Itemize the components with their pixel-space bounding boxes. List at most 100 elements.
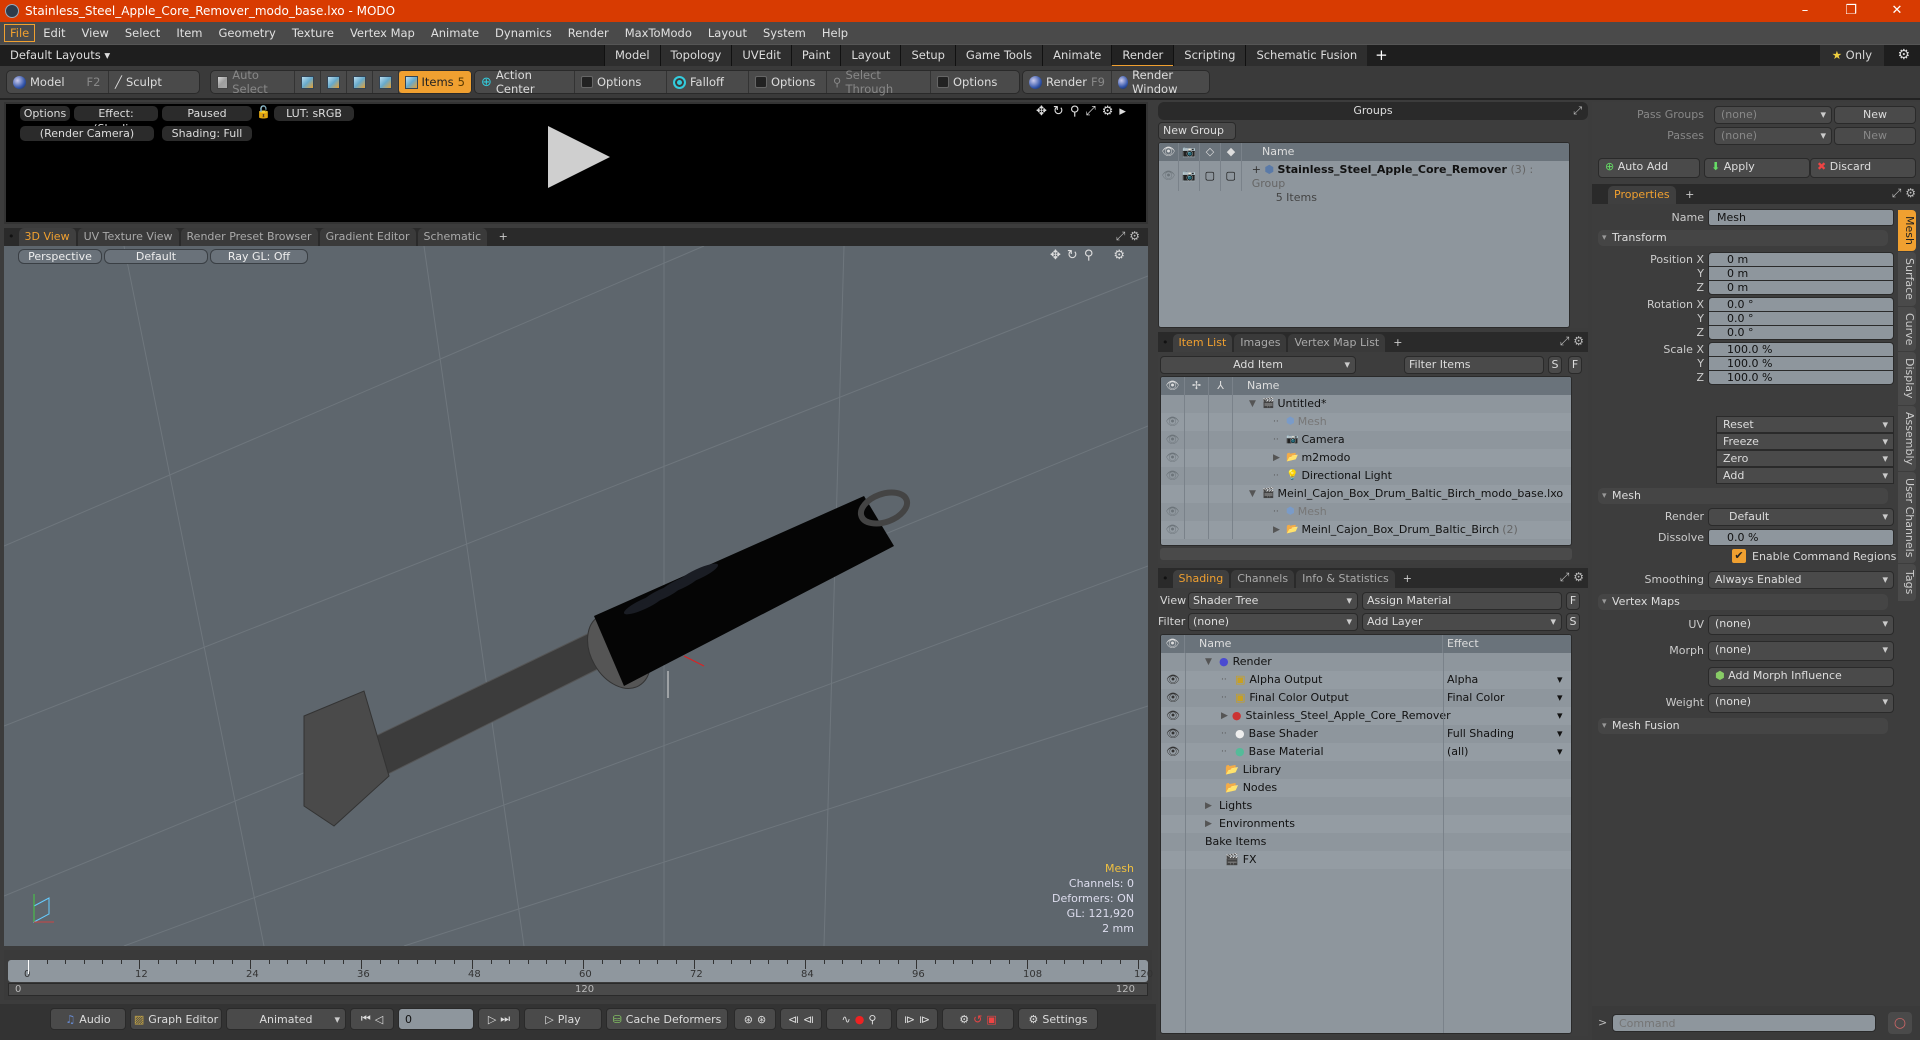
item-list-row[interactable]: 👁 ▶ 📂 Meinl_Cajon_Box_Drum_Baltic_Birch (2) [1161,521,1571,539]
vertex-maps-section[interactable]: Vertex Maps [1598,594,1888,610]
layout-tab-paint[interactable]: Paint [790,45,841,67]
effect-dropdown-icon[interactable]: ▾ [1557,671,1571,689]
effect-dropdown[interactable]: Effect: (Shadi... [74,106,158,135]
item-list-row[interactable]: 👁 ·· ⬢ Mesh [1161,503,1571,521]
action-center-options-button[interactable]: Options [575,71,667,93]
layout-tab-animate[interactable]: Animate [1042,45,1112,67]
menu-view[interactable]: View [74,24,117,42]
new-pass-button[interactable]: New [1834,127,1916,145]
discard-button[interactable]: ✖ Discard [1810,158,1916,178]
visibility-column-icon[interactable]: 👁 [1161,377,1185,395]
default-layouts-dropdown[interactable]: Default Layouts ▾ [10,48,110,62]
expand-toggle-icon[interactable]: ▶ [1205,815,1215,833]
assign-material-button[interactable]: Assign Material [1362,592,1562,610]
rotation-x-input[interactable]: 0.0 ° [1708,297,1894,312]
effect-cell[interactable]: Alpha [1443,671,1557,689]
jump-end-buttons[interactable]: ▷ ⏭ [478,1008,520,1030]
tab-properties[interactable]: Properties [1608,186,1676,204]
paused-button[interactable]: Paused [162,106,252,121]
key-channel-icon[interactable]: ▣ [986,1013,996,1026]
item-list-row[interactable]: 👁 ▶ 📂 m2modo [1161,449,1571,467]
render-column-icon[interactable]: 📷 [1179,143,1200,161]
effect-cell[interactable]: Final Color [1443,689,1557,707]
prev-key2-icon[interactable]: ⧏ [803,1013,814,1026]
add-item-dropdown[interactable]: Add Item [1160,356,1356,374]
mesh-section[interactable]: Mesh [1598,488,1888,504]
select-through-options-button[interactable]: Options [931,71,1003,93]
lock-toggle[interactable]: ▢ [1200,161,1221,191]
rotation-z-input[interactable]: 0.0 ° [1708,325,1894,340]
expand-toggle-icon[interactable]: ▼ [1249,395,1259,413]
dissolve-input[interactable]: 0.0 % [1708,529,1894,546]
sculpt-mode-button[interactable]: ╱ Sculpt [109,71,168,93]
smoothing-dropdown[interactable]: Always Enabled [1708,571,1894,589]
settings-icon[interactable]: ⚙ [1573,334,1584,348]
command-history-icon[interactable]: ○ [1888,1012,1912,1034]
tab-info-statistics[interactable]: Info & Statistics [1296,570,1395,588]
visibility-toggle[interactable] [1161,761,1185,779]
render-button[interactable]: Render F9 [1023,71,1112,93]
visibility-toggle[interactable] [1161,851,1185,869]
position-y-input[interactable]: 0 m [1708,266,1894,281]
new-pass-group-button[interactable]: New [1834,106,1916,124]
skip-start-icon[interactable]: ⏮ [361,1012,371,1026]
shader-tree-row[interactable]: ▼ ● Render [1161,653,1571,671]
visibility-toggle[interactable]: 👁 [1161,413,1185,431]
filter-dropdown[interactable]: (none) [1188,613,1358,631]
add-tab-button[interactable]: + [1387,334,1408,352]
animated-dropdown[interactable]: Animated [226,1008,346,1030]
settings-icon[interactable]: ⚙ [1129,229,1140,243]
menu-layout[interactable]: Layout [700,24,755,42]
shading-dropdown[interactable]: Shading: Full [162,126,252,141]
transform-column-icon[interactable]: ✢ [1185,377,1209,395]
key-buttons[interactable]: ⊛ ⊛ [734,1008,776,1030]
zoom-icon[interactable]: ⚲ [1070,104,1080,119]
visibility-toggle[interactable] [1161,833,1185,851]
command-input[interactable] [1612,1014,1876,1032]
scale-x-input[interactable]: 100.0 % [1708,342,1894,357]
maximize-icon[interactable]: ⤢ [1560,570,1570,584]
tab-schematic[interactable]: Schematic [417,228,488,246]
timeline-range[interactable]: 0 120 120 [8,983,1148,996]
auto-select-button[interactable]: Auto Select [211,68,295,96]
vertices-mode-button[interactable] [295,71,321,93]
item-list-row[interactable]: ▼ 🎬 Untitled* [1161,395,1571,413]
visibility-toggle[interactable] [1161,653,1185,671]
visibility-toggle[interactable]: 👁 [1161,707,1185,725]
lock-icon[interactable]: 🔓 [256,105,271,119]
name-column-header[interactable]: Name [1242,143,1294,161]
item-list-row[interactable]: ▼ 🎬 Meinl_Cajon_Box_Drum_Baltic_Birch_modo… [1161,485,1571,503]
side-tab-mesh[interactable]: Mesh [1898,210,1916,251]
expand-toggle-icon[interactable]: ▶ [1205,797,1215,815]
next-key-buttons[interactable]: ⧐ ⧐ [896,1008,938,1030]
menu-file[interactable]: File [4,24,36,42]
materials-mode-button[interactable] [373,71,399,93]
menu-vertex-map[interactable]: Vertex Map [342,24,423,42]
tab-3d-view[interactable]: 3D View [18,228,76,246]
key-all-icon[interactable]: ⚙ [959,1013,969,1026]
perspective-dropdown[interactable]: Perspective [18,249,102,264]
gear-icon[interactable]: ⚙ [1897,47,1910,63]
menu-dynamics[interactable]: Dynamics [487,24,560,42]
weight-dropdown[interactable]: (none) [1708,693,1894,713]
prev-key-icon[interactable]: ⧏ [788,1013,799,1026]
effect-dropdown-icon[interactable]: ▾ [1557,689,1571,707]
visibility-toggle[interactable]: 👁 [1161,431,1185,449]
maximize-icon[interactable]: ⤢ [1116,229,1126,243]
tab-images[interactable]: Images [1234,334,1287,352]
close-button[interactable]: ✕ [1874,0,1920,22]
tab-channels[interactable]: Channels [1231,570,1295,588]
rotate-icon[interactable]: ↻ [1053,104,1064,119]
freeze-dropdown[interactable]: Freeze [1716,433,1894,450]
maximize-icon[interactable]: ⤢ [1573,102,1582,120]
polygons-mode-button[interactable] [347,71,373,93]
3d-viewport[interactable]: Perspective Default Ray GL: Off ✥ ↻ ⚲ ⚙ Mes… [4,246,1148,946]
mesh-fusion-section[interactable]: Mesh Fusion [1598,718,1888,734]
select-toggle[interactable]: ▢ [1221,161,1242,191]
cache-deformers-button[interactable]: ⛁ Cache Deformers [606,1008,728,1030]
visibility-toggle[interactable] [1161,485,1185,503]
step-forward-icon[interactable]: ▷ [488,1013,496,1026]
shader-tree-row[interactable]: 🎬 FX [1161,851,1571,869]
layout-tab-layout[interactable]: Layout [840,45,901,67]
visibility-toggle[interactable]: 👁 [1161,689,1185,707]
